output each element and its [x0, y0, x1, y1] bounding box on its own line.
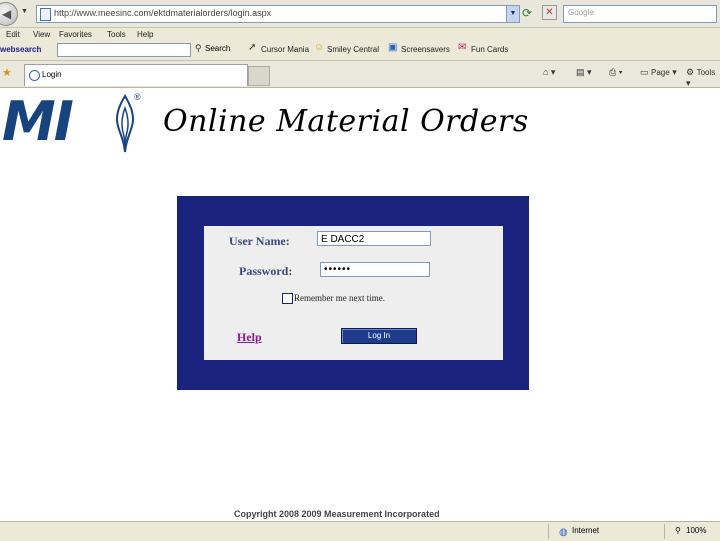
login-frame: User Name: E DACC2 Password: •••••• Reme… [177, 196, 529, 390]
refresh-icon[interactable]: ⟳ [522, 6, 532, 20]
security-zone: Internet [572, 526, 600, 535]
page-menu[interactable]: ▭ Page ▾ [640, 67, 677, 78]
toolbar-search-input[interactable] [57, 43, 191, 57]
mi-logo: MI [2, 90, 74, 153]
search-input[interactable]: Google [563, 5, 717, 23]
username-field[interactable]: E DACC2 [317, 231, 431, 246]
registered-mark: ® [134, 92, 141, 102]
status-divider [548, 524, 549, 539]
toolbar-row: Edit View Favorites Tools Help websearch… [0, 28, 720, 61]
home-icon[interactable]: ⌂ ▾ [543, 67, 555, 78]
logo-flame-icon [115, 94, 135, 153]
screensavers-button[interactable]: ▣ Screensavers [388, 42, 454, 57]
new-tab-button[interactable] [248, 66, 270, 86]
address-bar-row: ◀ ▼ http://www.meesinc.com/ektdmaterialo… [0, 0, 720, 28]
cursor-mania-button[interactable]: ➚ Cursor Mania [248, 42, 310, 57]
menu-view[interactable]: View [33, 30, 50, 39]
smiley-central-button[interactable]: ☺ Smiley Central [314, 42, 384, 57]
globe-icon: ◍ [559, 527, 568, 538]
monitor-icon: ▣ [388, 42, 398, 53]
history-dropdown-icon[interactable]: ▼ [21, 8, 28, 15]
back-arrow-icon: ◀ [2, 7, 12, 21]
status-divider [664, 524, 665, 539]
smiley-icon: ☺ [314, 42, 325, 53]
password-field[interactable]: •••••• [320, 262, 430, 277]
remember-me-label: Remember me next time. [294, 293, 385, 303]
toolbar-search-button[interactable]: ⚲ Search [193, 42, 235, 56]
zoom-icon[interactable]: ⚲ [675, 526, 681, 535]
login-panel: User Name: E DACC2 Password: •••••• Reme… [204, 226, 503, 360]
tab-login[interactable]: Login [24, 64, 248, 86]
copyright-text: Copyright 2008 2009 Measurement Incorpor… [234, 509, 440, 519]
card-icon: ✉ [458, 42, 467, 53]
address-dropdown-icon[interactable]: ▼ [506, 5, 520, 23]
ie-page-icon [29, 70, 40, 81]
back-button[interactable]: ◀ [0, 2, 18, 26]
print-icon[interactable]: ⎙ ▾ [609, 67, 622, 78]
username-label: User Name: [229, 234, 290, 248]
tab-row: ★ Login ⌂ ▾ ▤ ▾ ⎙ ▾ ▭ Page ▾ ⚙ Tools ▾ [0, 61, 720, 88]
page-icon [40, 8, 51, 21]
menu-help[interactable]: Help [137, 30, 153, 39]
websearch-label: websearch [0, 45, 42, 54]
feeds-icon[interactable]: ▤ ▾ [576, 67, 592, 78]
tab-label: Login [42, 70, 62, 79]
favorites-star-icon[interactable]: ★ [2, 66, 12, 79]
address-url: http://www.meesinc.com/ektdmaterialorder… [54, 8, 272, 18]
help-link[interactable]: Help [237, 330, 262, 345]
menu-favorites[interactable]: Favorites [59, 30, 92, 39]
search-placeholder: Google [568, 8, 594, 17]
magnifier-icon: ⚲ [195, 43, 202, 53]
status-bar: ◍ Internet ⚲ 100% [0, 521, 720, 541]
address-field[interactable]: http://www.meesinc.com/ektdmaterialorder… [36, 5, 520, 23]
zoom-level[interactable]: 100% [686, 526, 706, 535]
stop-icon[interactable]: ✕ [542, 5, 557, 20]
remember-me-checkbox[interactable] [282, 293, 293, 304]
page-title: Online Material Orders [163, 104, 529, 139]
login-button[interactable]: Log In [341, 328, 417, 344]
menu-edit[interactable]: Edit [6, 30, 20, 39]
fun-cards-button[interactable]: ✉ Fun Cards [458, 42, 513, 57]
menu-tools[interactable]: Tools [107, 30, 126, 39]
password-label: Password: [239, 264, 293, 278]
cursor-icon: ➚ [248, 42, 257, 53]
tools-menu[interactable]: ⚙ Tools ▾ [686, 67, 720, 89]
